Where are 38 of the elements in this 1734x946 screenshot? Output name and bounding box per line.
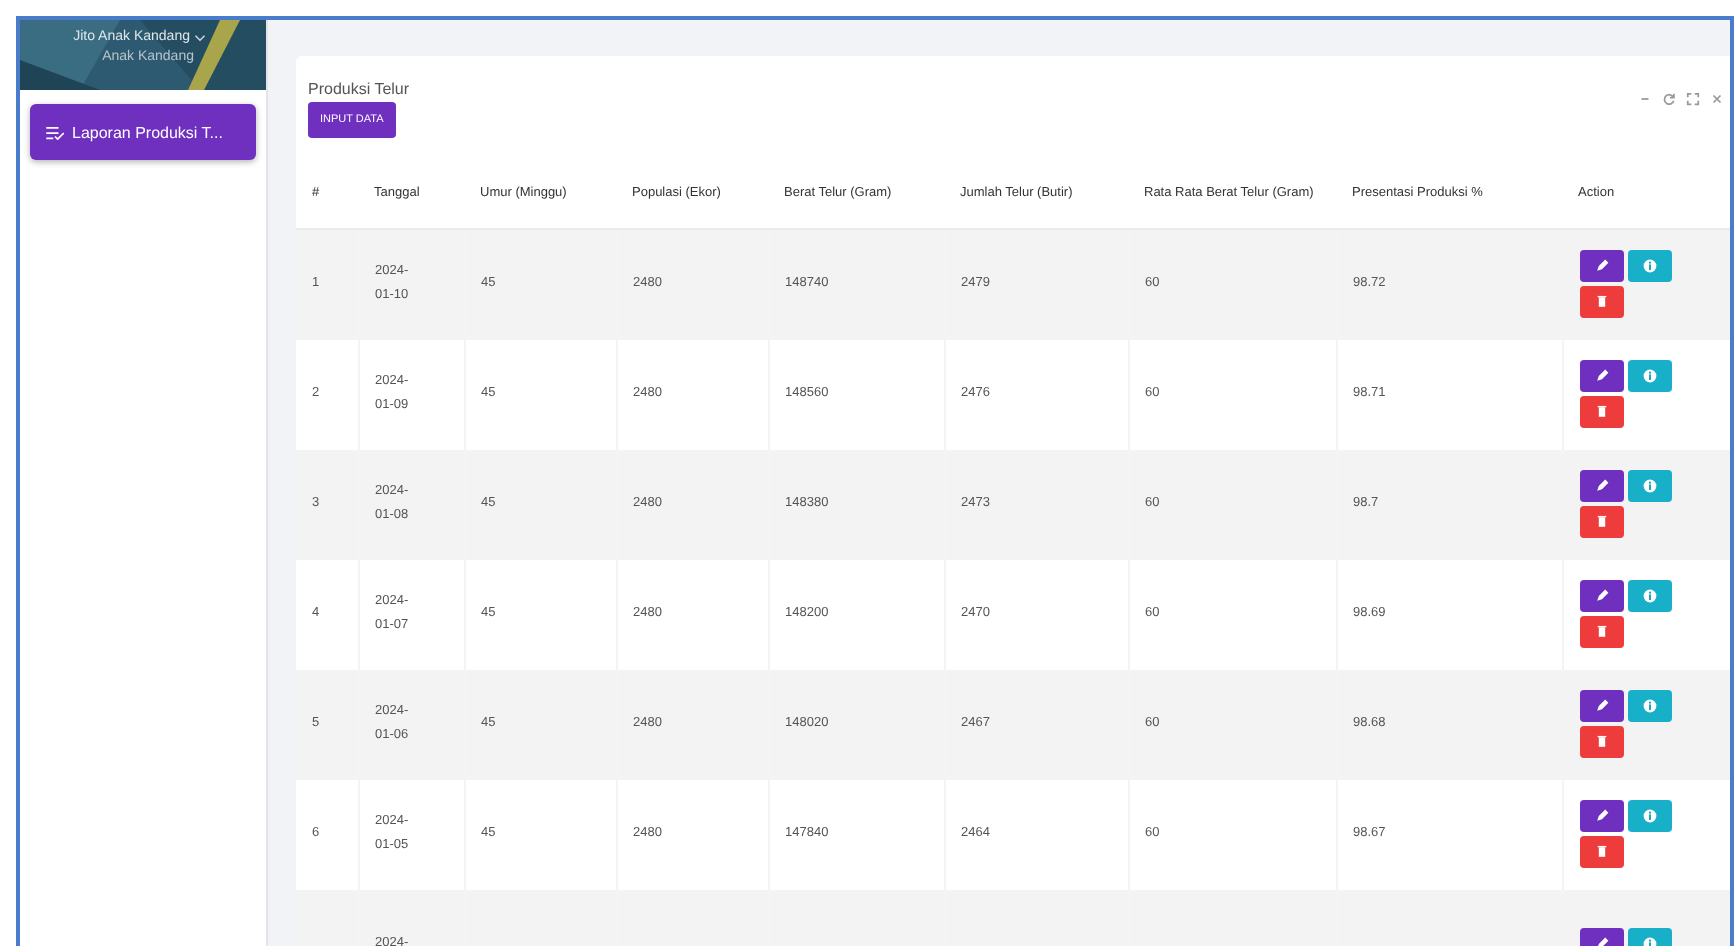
trash-icon bbox=[1593, 844, 1609, 860]
minimize-icon[interactable] bbox=[1638, 92, 1652, 106]
edit-button[interactable] bbox=[1579, 470, 1623, 502]
trash-icon bbox=[1593, 404, 1609, 420]
card-title: Produksi Telur bbox=[308, 80, 410, 98]
pencil-icon bbox=[1593, 698, 1609, 714]
info-icon bbox=[1641, 588, 1657, 604]
info-icon bbox=[1641, 258, 1657, 275]
pencil-icon bbox=[1593, 588, 1609, 604]
sidebar-item[interactable]: Laporan Produksi T... bbox=[30, 104, 256, 160]
pencil-icon bbox=[1593, 478, 1609, 494]
chevron-down-icon[interactable] bbox=[194, 34, 206, 42]
refresh-icon[interactable] bbox=[1662, 92, 1676, 106]
pencil-icon bbox=[1593, 368, 1609, 384]
delete-button[interactable] bbox=[1579, 396, 1623, 428]
delete-button[interactable] bbox=[1579, 836, 1623, 868]
edit-button[interactable] bbox=[1579, 250, 1623, 283]
edit-button[interactable] bbox=[1579, 690, 1623, 722]
delete-button[interactable] bbox=[1579, 726, 1623, 758]
pencil-icon bbox=[1593, 258, 1609, 275]
close-icon[interactable] bbox=[1710, 92, 1724, 106]
trash-icon bbox=[1593, 514, 1609, 530]
list-check-icon bbox=[46, 125, 64, 139]
info-icon bbox=[1641, 478, 1657, 494]
delete-button[interactable] bbox=[1579, 506, 1623, 538]
expand-icon[interactable] bbox=[1686, 92, 1700, 106]
trash-icon bbox=[1593, 294, 1609, 311]
pencil-icon bbox=[1593, 808, 1609, 824]
edit-button[interactable] bbox=[1579, 580, 1623, 612]
info-icon bbox=[1641, 368, 1657, 384]
info-icon bbox=[1641, 698, 1657, 714]
delete-button[interactable] bbox=[1579, 616, 1623, 648]
edit-button[interactable] bbox=[1579, 800, 1623, 832]
trash-icon bbox=[1593, 734, 1609, 750]
delete-button[interactable] bbox=[1579, 286, 1623, 319]
trash-icon bbox=[1593, 624, 1609, 640]
info-icon bbox=[1641, 808, 1657, 824]
edit-button[interactable] bbox=[1579, 360, 1623, 392]
